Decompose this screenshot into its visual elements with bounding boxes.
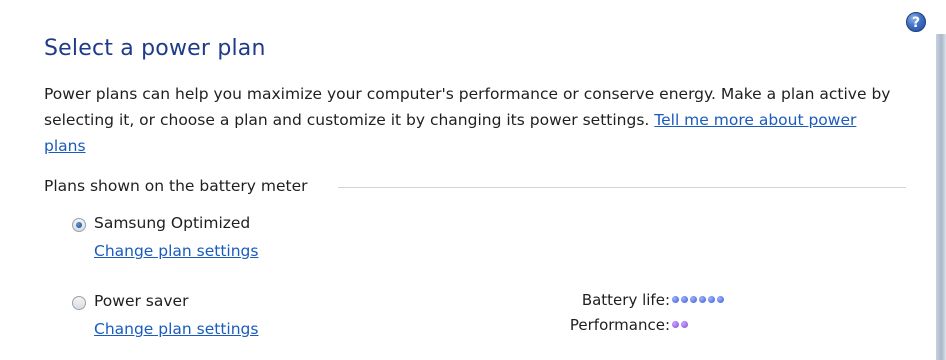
window-edge: [936, 34, 946, 360]
plan-name: Samsung Optimized: [94, 214, 251, 232]
group-divider: [338, 187, 906, 188]
page-description: Power plans can help you maximize your c…: [44, 81, 894, 159]
power-options-page: ? Select a power plan Power plans can he…: [0, 0, 946, 360]
page-title: Select a power plan: [44, 36, 266, 61]
performance-dots: [672, 321, 688, 328]
radio-power-saver[interactable]: [72, 296, 86, 310]
battery-dot: [690, 296, 697, 303]
performance-dot: [672, 321, 679, 328]
battery-dot: [672, 296, 679, 303]
battery-dot: [699, 296, 706, 303]
battery-dot: [717, 296, 724, 303]
battery-dot: [681, 296, 688, 303]
performance-dot: [681, 321, 688, 328]
plan-name: Power saver: [94, 292, 189, 310]
battery-life-dots: [672, 296, 724, 303]
change-plan-settings-link[interactable]: Change plan settings: [94, 320, 258, 338]
change-plan-settings-link[interactable]: Change plan settings: [94, 242, 258, 260]
performance-label: Performance:: [569, 316, 670, 334]
battery-life-label: Battery life:: [581, 291, 670, 309]
battery-dot: [708, 296, 715, 303]
group-title: Plans shown on the battery meter: [44, 177, 308, 195]
help-icon[interactable]: ?: [906, 12, 926, 32]
radio-samsung-optimized[interactable]: [72, 218, 86, 232]
